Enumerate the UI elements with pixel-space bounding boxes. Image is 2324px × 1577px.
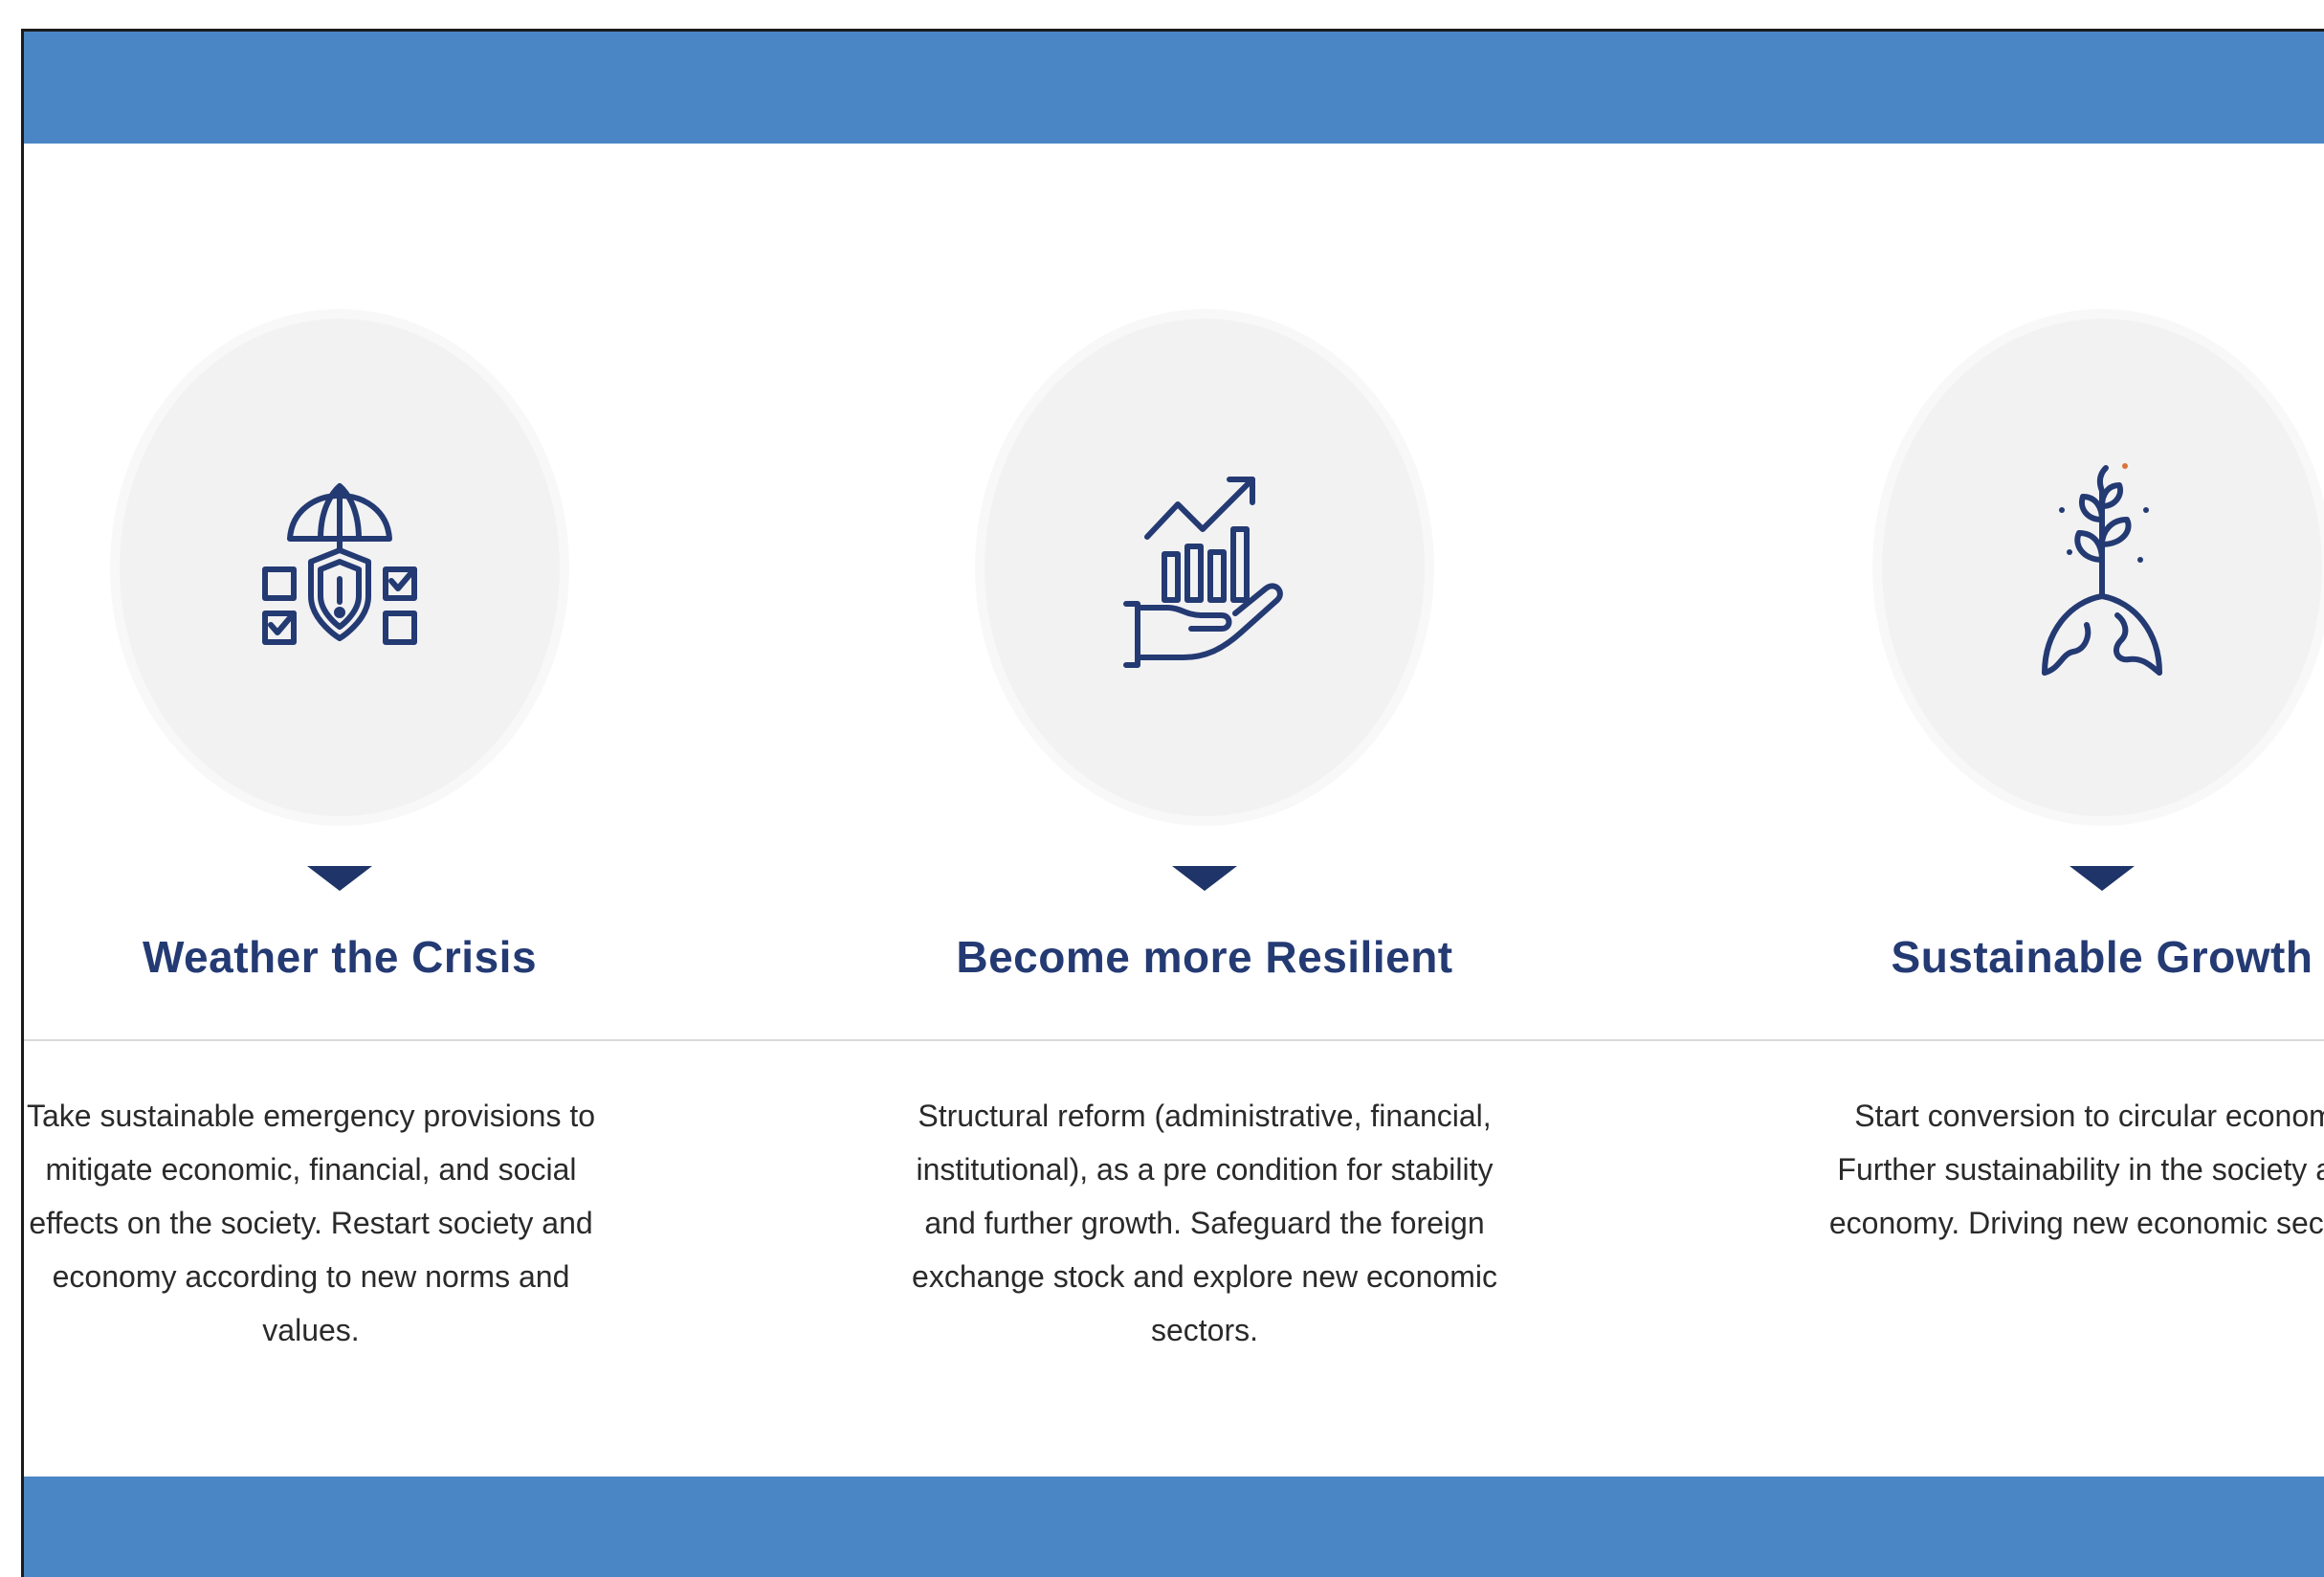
icon-circle (120, 319, 560, 816)
umbrella-shield-checklist-icon (262, 483, 417, 645)
chevron-down-icon (2069, 866, 2135, 891)
diagram-frame: Weather the Crisis Take sustainable emer… (21, 29, 2324, 1577)
bottom-band (24, 1477, 2324, 1577)
icon-circle (985, 319, 1425, 816)
pillar-sustainable-growth: Sustainable Growth Start conversion to c… (1796, 319, 2324, 1240)
pillar-title: Become more Resilient (956, 932, 1453, 982)
pillar-description: Structural reform (administrative, finan… (912, 1099, 1497, 1347)
globe-sprout-icon (2042, 463, 2162, 676)
pillar-weather-the-crisis: Weather the Crisis Take sustainable emer… (27, 319, 646, 1347)
pillar-title: Weather the Crisis (142, 932, 538, 982)
pillar-description: Start conversion to circular economy Fur… (1828, 1099, 2324, 1240)
pillar-description: Take sustainable emergency provisions to… (26, 1099, 596, 1347)
chevron-down-icon (1172, 866, 1237, 891)
pillar-become-more-resilient: Become more Resilient Structural reform … (898, 319, 1511, 1347)
divider (24, 1039, 2324, 1041)
pillar-title: Sustainable Growth (1891, 932, 2313, 982)
hand-growth-chart-icon (1123, 477, 1283, 668)
icon-circle (1882, 319, 2322, 816)
chevron-down-icon (307, 866, 372, 891)
top-band (24, 32, 2324, 144)
